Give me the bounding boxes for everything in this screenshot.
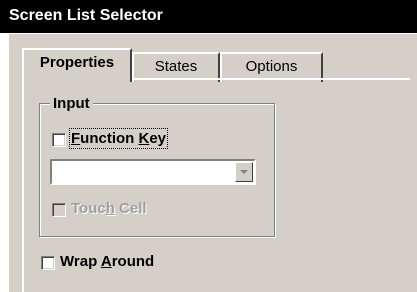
tab-properties-label: Properties: [39, 54, 115, 71]
window-title: Screen List Selector: [9, 7, 163, 24]
tab-panel-left-border: [22, 82, 24, 292]
function-key-combobox[interactable]: [50, 159, 256, 185]
wrap-around-checkbox[interactable]: [41, 256, 55, 270]
title-bar: Screen List Selector: [0, 0, 417, 33]
input-group-legend: Input: [50, 95, 93, 112]
tab-properties[interactable]: Properties: [22, 48, 132, 82]
wrap-around-label[interactable]: Wrap Around: [60, 253, 154, 270]
function-key-checkbox[interactable]: [52, 133, 66, 147]
chevron-down-icon: [240, 170, 248, 174]
tab-states-label: States: [154, 58, 198, 75]
touch-cell-checkbox: [52, 203, 66, 217]
tab-panel-border: [132, 78, 410, 80]
tab-options-label: Options: [245, 58, 298, 75]
function-key-label[interactable]: Function Key: [68, 128, 169, 149]
combo-dropdown-button[interactable]: [235, 162, 253, 182]
touch-cell-label: Touch Cell: [71, 200, 147, 217]
